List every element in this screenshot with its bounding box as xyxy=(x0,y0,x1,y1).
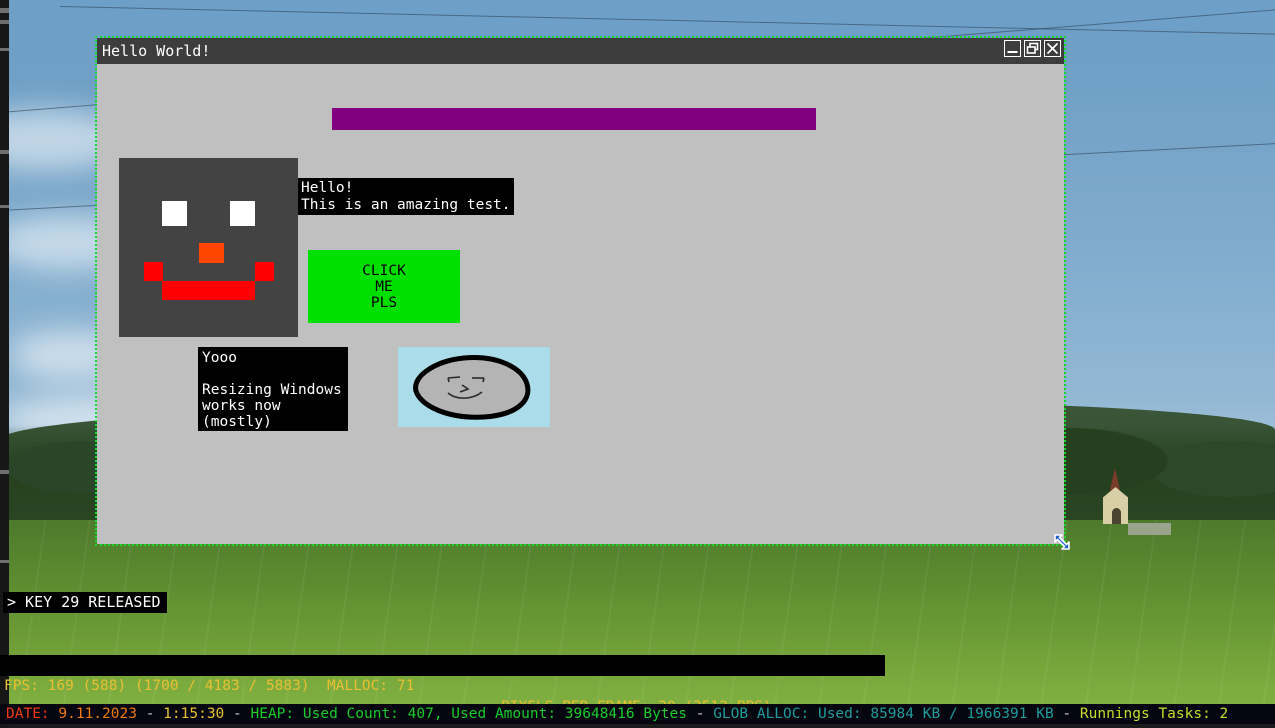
status-sep-1: - xyxy=(136,706,164,722)
system-status-bar: DATE: 9.11.2023 - 1:15:30 - HEAP: Used C… xyxy=(0,704,1275,724)
close-icon xyxy=(1046,42,1059,55)
application-window[interactable]: Hello World! Hello! This is an amazing t… xyxy=(95,36,1070,550)
status-heap-used-count: Used Count: 407, xyxy=(302,706,443,722)
status-glob-used: Used: 85984 KB / 1966391 KB xyxy=(817,706,1054,722)
close-button[interactable] xyxy=(1044,40,1061,57)
click-me-button[interactable]: CLICK ME PLS xyxy=(308,250,460,323)
status-sep-4: - xyxy=(1053,706,1080,722)
status-glob-label: GLOB ALLOC: xyxy=(713,706,810,722)
yooo-text-box: Yooo Resizing Windows works now (mostly) xyxy=(198,347,348,431)
click-button-line-3: PLS xyxy=(370,294,398,311)
chapel-spire xyxy=(1110,468,1120,490)
console-log-line: > KEY 29 RELEASED xyxy=(3,592,167,613)
status-time-value: 1:15:30 xyxy=(163,706,225,722)
maximize-button[interactable] xyxy=(1024,40,1041,57)
chapel-door xyxy=(1112,508,1121,524)
yooo-line-1: Yooo xyxy=(202,350,237,366)
left-edge-strip xyxy=(0,0,9,728)
status-running-tasks: Runnings Tasks: 2 xyxy=(1079,706,1229,722)
purple-progress-bar xyxy=(332,108,816,130)
window-title: Hello World! xyxy=(102,42,211,60)
minimize-button[interactable] xyxy=(1004,40,1021,57)
strip-mark xyxy=(0,8,9,13)
status-date-label: DATE: xyxy=(6,706,50,722)
yooo-line-5: (mostly) xyxy=(202,414,272,430)
strip-mark xyxy=(0,48,9,51)
performance-bar: FPS: 169 (588) (1700 / 4183 / 5883) MALL… xyxy=(0,655,885,715)
window-titlebar[interactable]: Hello World! xyxy=(97,38,1064,64)
click-button-line-1: CLICK xyxy=(362,262,406,279)
powerline xyxy=(59,6,1275,35)
yooo-line-3: Resizing Windows xyxy=(202,382,342,398)
status-date-value: 9.11.2023 xyxy=(58,706,137,722)
status-heap-used-amount: Used Amount: 39648416 Bytes xyxy=(451,706,687,722)
strip-mark xyxy=(0,205,9,208)
yooo-line-4: works now xyxy=(202,398,281,414)
restore-icon xyxy=(1026,42,1039,54)
status-sep-2: - xyxy=(224,706,251,722)
strip-mark xyxy=(0,20,9,24)
smiley-mouth-right xyxy=(255,262,274,281)
resize-diagonal-icon xyxy=(1054,534,1070,550)
hello-text-box: Hello! This is an amazing test. xyxy=(298,178,514,215)
strip-mark xyxy=(0,470,9,474)
strip-mark xyxy=(0,560,9,563)
smiley-nose xyxy=(199,243,224,263)
hello-line-1: Hello! xyxy=(301,180,354,196)
hello-line-2: This is an amazing test. xyxy=(301,197,511,213)
screen-root: Hello World! Hello! This is an amazing t… xyxy=(0,0,1275,728)
window-content-area: Hello! This is an amazing test. CLICK ME… xyxy=(97,64,1064,544)
smiley-mouth-left xyxy=(144,262,163,281)
resize-handle[interactable] xyxy=(1051,531,1073,553)
minimize-icon xyxy=(1007,51,1018,53)
status-heap-label: HEAP: xyxy=(250,706,295,722)
smiley-face-graphic xyxy=(119,158,298,337)
drawn-face-sketch xyxy=(413,355,531,420)
smiley-eye-left xyxy=(162,201,187,226)
status-sep-3: - xyxy=(687,706,714,722)
paint-canvas[interactable] xyxy=(398,347,550,427)
fps-stats-text: FPS: 169 (588) (1700 / 4183 / 5883) MALL… xyxy=(4,678,415,694)
strip-mark xyxy=(0,150,9,154)
smiley-mouth-bottom xyxy=(162,281,255,300)
click-button-line-2: ME xyxy=(375,278,393,295)
smiley-eye-right xyxy=(230,201,255,226)
stone-wall xyxy=(1128,523,1171,535)
window-controls xyxy=(1004,40,1061,57)
